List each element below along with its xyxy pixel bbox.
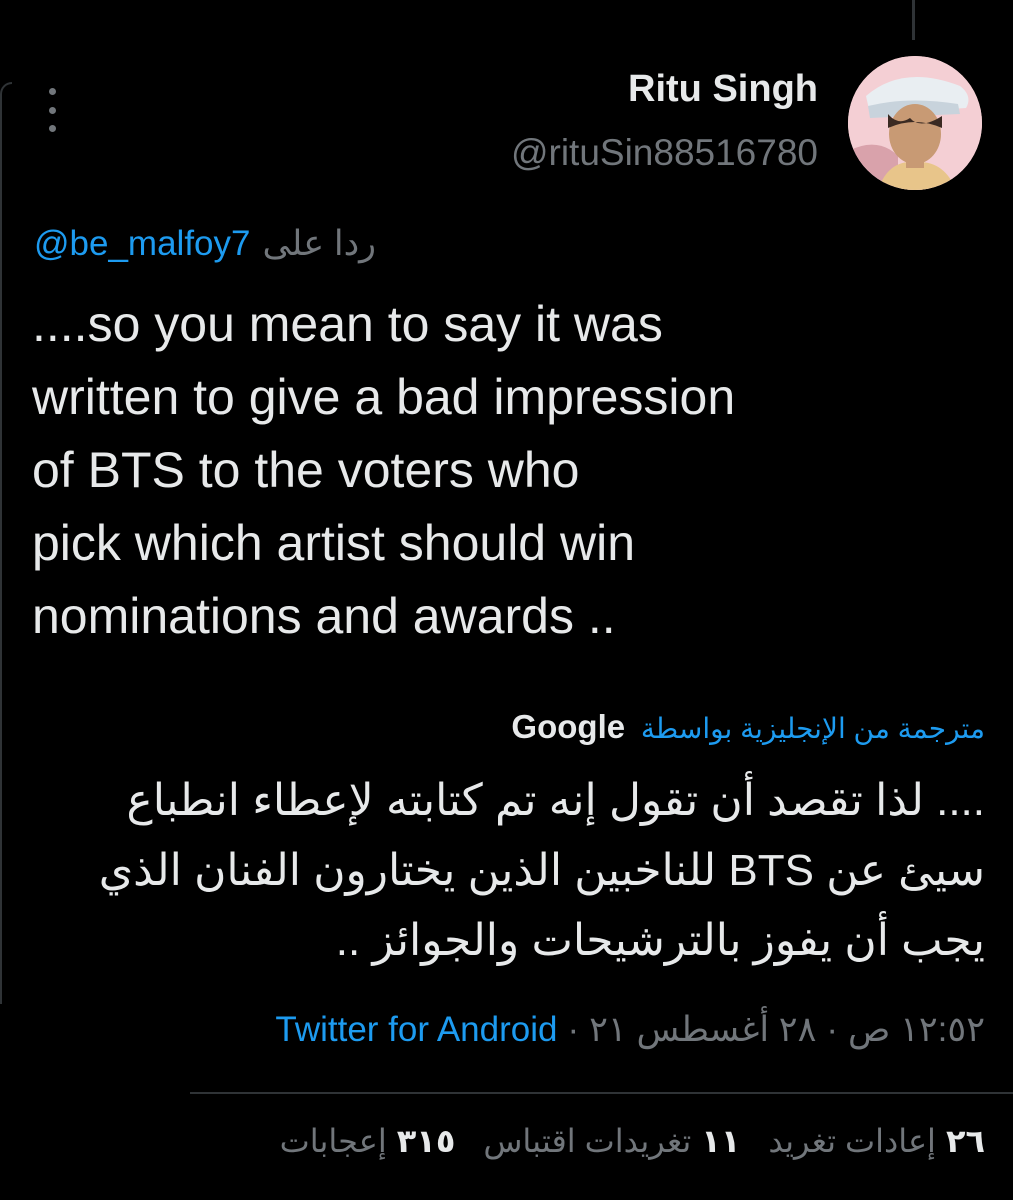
tweet-text: ....so you mean to say it was written to… (32, 288, 992, 653)
tweet-text-line: nominations and awards .. (32, 588, 616, 644)
tweet-text-line: written to give a bad impression (32, 369, 736, 425)
tweet-metadata: ١٢:٥٢ ص·٢٨ أغسطس ٢١·Twitter for Android (275, 1010, 985, 1050)
avatar[interactable] (848, 56, 982, 190)
google-logo: Google (511, 708, 626, 745)
tweet-date[interactable]: ٢٨ أغسطس ٢١ (589, 1010, 816, 1049)
author-display-name[interactable]: Ritu Singh (628, 68, 818, 111)
tweet-time[interactable]: ١٢:٥٢ ص (848, 1010, 985, 1049)
retweets-stat[interactable]: ٢٦إعادات تغريد (768, 1122, 985, 1160)
tweet-detail-page: Ritu Singh @rituSin88516780 @be_malfoy7 ر… (0, 0, 1013, 1200)
reply-context: @be_malfoy7 ردا على (34, 224, 794, 264)
tweet-text-line: pick which artist should win (32, 515, 636, 571)
more-vertical-icon[interactable] (42, 88, 62, 132)
likes-stat[interactable]: ٣١٥إعجابات (280, 1122, 456, 1160)
avatar-photo (848, 56, 982, 190)
translated-text-line: سيئ عن BTS للناخبين الذين يختارون الفنان… (98, 846, 985, 895)
retweets-count: ٢٦ (945, 1123, 985, 1159)
translation-attribution: مترجمة من الإنجليزية بواسطة Google (511, 708, 985, 746)
translated-text-line: يجب أن يفوز بالترشيحات والجوائز .. (335, 916, 985, 965)
tweet-text-line: ....so you mean to say it was (32, 296, 663, 352)
more-dot (48, 88, 56, 95)
divider (190, 1092, 1013, 1094)
likes-count: ٣١٥ (396, 1123, 456, 1159)
meta-separator: · (567, 1010, 580, 1049)
more-dot (48, 106, 56, 114)
translated-text: .... لذا تقصد أن تقول إنه تم كتابته لإعط… (25, 766, 985, 976)
meta-separator: · (826, 1010, 839, 1049)
retweets-label: إعادات تغريد (768, 1123, 936, 1159)
likes-label: إعجابات (279, 1123, 387, 1159)
author-handle[interactable]: @rituSin88516780 (511, 132, 818, 174)
scroll-edge (0, 82, 12, 1004)
reply-label: ردا على (262, 224, 377, 263)
tweet-source-link[interactable]: Twitter for Android (275, 1010, 557, 1049)
translated-text-line: .... لذا تقصد أن تقول إنه تم كتابته لإعط… (126, 776, 985, 825)
engagement-stats: ٢٦إعادات تغريد ١١تغريدات اقتباس ٣١٥إعجاب… (280, 1122, 985, 1160)
translation-label[interactable]: مترجمة من الإنجليزية بواسطة (641, 713, 985, 744)
quotes-stat[interactable]: ١١تغريدات اقتباس (483, 1122, 740, 1160)
quotes-count: ١١ (701, 1123, 741, 1159)
quotes-label: تغريدات اقتباس (483, 1123, 692, 1159)
more-dot (48, 125, 56, 132)
tweet-text-line: of BTS to the voters who (32, 442, 580, 498)
thread-connector-line (912, 0, 915, 40)
reply-mention-link[interactable]: @be_malfoy7 (34, 224, 250, 263)
